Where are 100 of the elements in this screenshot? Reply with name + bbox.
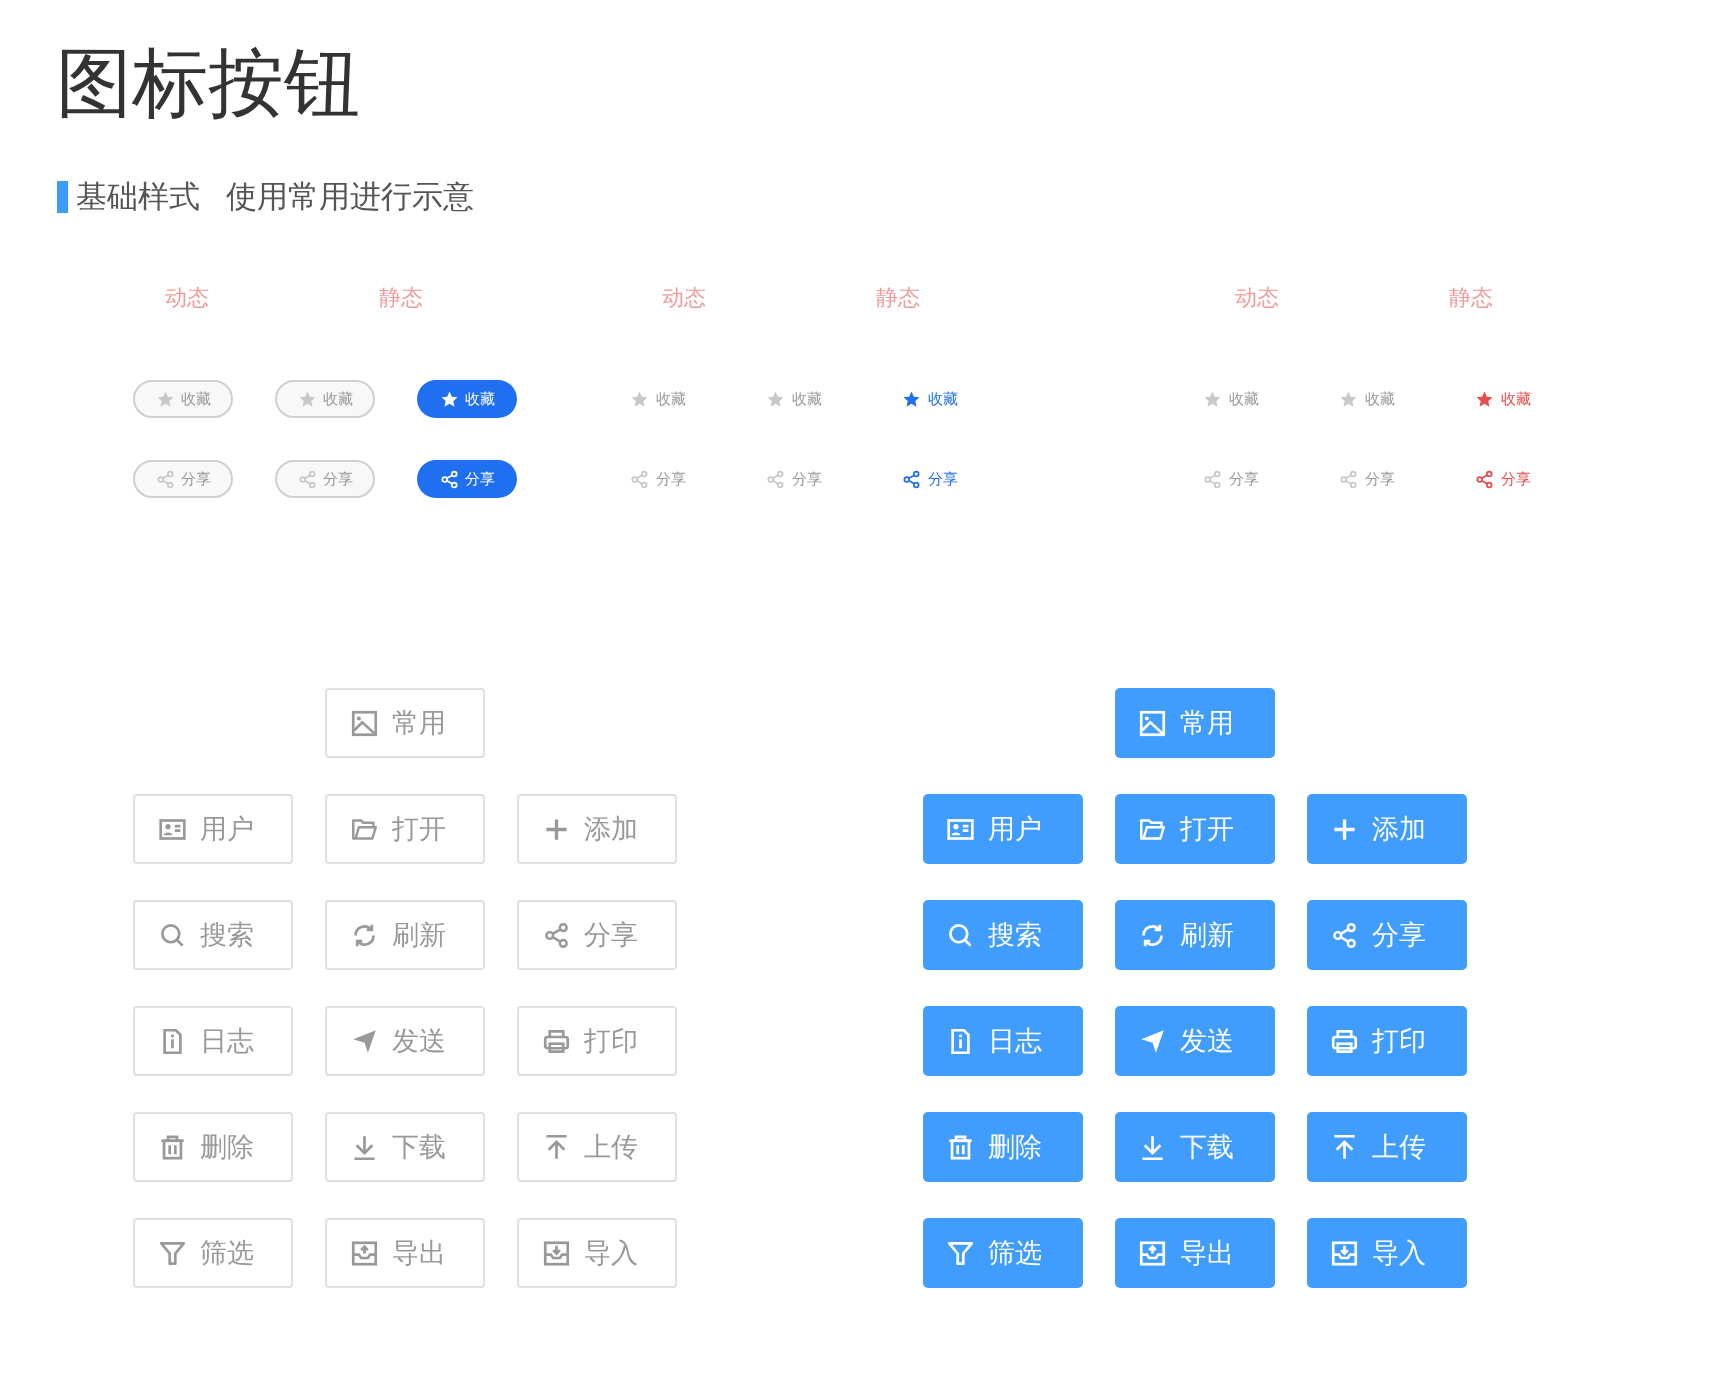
share-icon bbox=[297, 469, 317, 489]
share-button[interactable]: 分享 bbox=[1203, 469, 1259, 489]
share-button[interactable]: 分享 bbox=[133, 460, 233, 498]
share-icon bbox=[1339, 469, 1358, 489]
share-icon bbox=[439, 469, 459, 489]
export-button[interactable]: 导出 bbox=[1115, 1218, 1275, 1288]
favorite-button[interactable]: 收藏 bbox=[630, 389, 686, 409]
share-button[interactable]: 分享 bbox=[630, 469, 686, 489]
state-label: 动态 bbox=[165, 284, 210, 312]
print-button[interactable]: 打印 bbox=[517, 1006, 677, 1076]
tray-down-icon bbox=[1331, 1239, 1358, 1267]
search-button[interactable]: 搜索 bbox=[923, 900, 1083, 970]
state-label: 静态 bbox=[1449, 284, 1494, 312]
export-button[interactable]: 导出 bbox=[325, 1218, 485, 1288]
log-button[interactable]: 日志 bbox=[133, 1006, 293, 1076]
star-icon bbox=[1339, 389, 1358, 409]
favorite-button[interactable]: 收藏 bbox=[1339, 389, 1395, 409]
image-icon bbox=[351, 709, 378, 737]
state-label: 动态 bbox=[662, 284, 707, 312]
import-button[interactable]: 导入 bbox=[1307, 1218, 1467, 1288]
paper-plane-icon bbox=[351, 1027, 378, 1055]
share-button[interactable]: 分享 bbox=[766, 469, 822, 489]
share-icon bbox=[630, 469, 649, 489]
share-icon bbox=[543, 921, 570, 949]
common-button[interactable]: 常用 bbox=[1115, 688, 1275, 758]
filter-icon bbox=[159, 1239, 186, 1267]
share-button[interactable]: 分享 bbox=[417, 460, 517, 498]
filter-icon bbox=[947, 1239, 974, 1267]
delete-button[interactable]: 删除 bbox=[133, 1112, 293, 1182]
download-button[interactable]: 下载 bbox=[325, 1112, 485, 1182]
section-note: 使用常用进行示意 bbox=[226, 177, 474, 216]
add-button[interactable]: 添加 bbox=[1307, 794, 1467, 864]
share-button[interactable]: 分享 bbox=[517, 900, 677, 970]
open-button[interactable]: 打开 bbox=[1115, 794, 1275, 864]
state-label: 静态 bbox=[379, 284, 424, 312]
search-icon bbox=[947, 921, 974, 949]
accent-bar bbox=[57, 181, 68, 213]
tray-down-icon bbox=[543, 1239, 570, 1267]
image-icon bbox=[1139, 709, 1166, 737]
share-button[interactable]: 分享 bbox=[1475, 469, 1531, 489]
favorite-button[interactable]: 收藏 bbox=[1203, 389, 1259, 409]
search-button[interactable]: 搜索 bbox=[133, 900, 293, 970]
upload-button[interactable]: 上传 bbox=[1307, 1112, 1467, 1182]
share-icon bbox=[1331, 921, 1358, 949]
user-button[interactable]: 用户 bbox=[923, 794, 1083, 864]
filter-button[interactable]: 筛选 bbox=[133, 1218, 293, 1288]
favorite-button[interactable]: 收藏 bbox=[766, 389, 822, 409]
common-button[interactable]: 常用 bbox=[325, 688, 485, 758]
open-button[interactable]: 打开 bbox=[325, 794, 485, 864]
download-icon bbox=[1139, 1133, 1166, 1161]
delete-button[interactable]: 删除 bbox=[923, 1112, 1083, 1182]
favorite-button[interactable]: 收藏 bbox=[133, 380, 233, 418]
star-icon bbox=[902, 389, 921, 409]
share-icon bbox=[1475, 469, 1494, 489]
star-icon bbox=[155, 389, 175, 409]
favorite-button[interactable]: 收藏 bbox=[902, 389, 958, 409]
download-button[interactable]: 下载 bbox=[1115, 1112, 1275, 1182]
page-title: 图标按钮 bbox=[56, 38, 361, 128]
state-label: 静态 bbox=[876, 284, 921, 312]
favorite-button[interactable]: 收藏 bbox=[275, 380, 375, 418]
star-icon bbox=[1475, 389, 1494, 409]
download-icon bbox=[351, 1133, 378, 1161]
refresh-button[interactable]: 刷新 bbox=[325, 900, 485, 970]
star-icon bbox=[439, 389, 459, 409]
star-icon bbox=[630, 389, 649, 409]
printer-icon bbox=[543, 1027, 570, 1055]
trash-icon bbox=[159, 1133, 186, 1161]
user-button[interactable]: 用户 bbox=[133, 794, 293, 864]
add-button[interactable]: 添加 bbox=[517, 794, 677, 864]
paper-plane-icon bbox=[1139, 1027, 1166, 1055]
star-icon bbox=[766, 389, 785, 409]
share-icon bbox=[902, 469, 921, 489]
upload-icon bbox=[1331, 1133, 1358, 1161]
log-button[interactable]: 日志 bbox=[923, 1006, 1083, 1076]
send-button[interactable]: 发送 bbox=[325, 1006, 485, 1076]
refresh-button[interactable]: 刷新 bbox=[1115, 900, 1275, 970]
favorite-button[interactable]: 收藏 bbox=[417, 380, 517, 418]
search-icon bbox=[159, 921, 186, 949]
star-icon bbox=[297, 389, 317, 409]
tray-up-icon bbox=[1139, 1239, 1166, 1267]
printer-icon bbox=[1331, 1027, 1358, 1055]
print-button[interactable]: 打印 bbox=[1307, 1006, 1467, 1076]
share-button[interactable]: 分享 bbox=[275, 460, 375, 498]
import-button[interactable]: 导入 bbox=[517, 1218, 677, 1288]
upload-button[interactable]: 上传 bbox=[517, 1112, 677, 1182]
star-icon bbox=[1203, 389, 1222, 409]
tray-up-icon bbox=[351, 1239, 378, 1267]
share-button[interactable]: 分享 bbox=[1339, 469, 1395, 489]
state-label: 动态 bbox=[1235, 284, 1280, 312]
share-button[interactable]: 分享 bbox=[902, 469, 958, 489]
upload-icon bbox=[543, 1133, 570, 1161]
share-icon bbox=[1203, 469, 1222, 489]
trash-icon bbox=[947, 1133, 974, 1161]
filter-button[interactable]: 筛选 bbox=[923, 1218, 1083, 1288]
section-title: 基础样式 bbox=[76, 177, 200, 216]
favorite-button[interactable]: 收藏 bbox=[1475, 389, 1531, 409]
share-icon bbox=[155, 469, 175, 489]
share-button[interactable]: 分享 bbox=[1307, 900, 1467, 970]
send-button[interactable]: 发送 bbox=[1115, 1006, 1275, 1076]
share-icon bbox=[766, 469, 785, 489]
